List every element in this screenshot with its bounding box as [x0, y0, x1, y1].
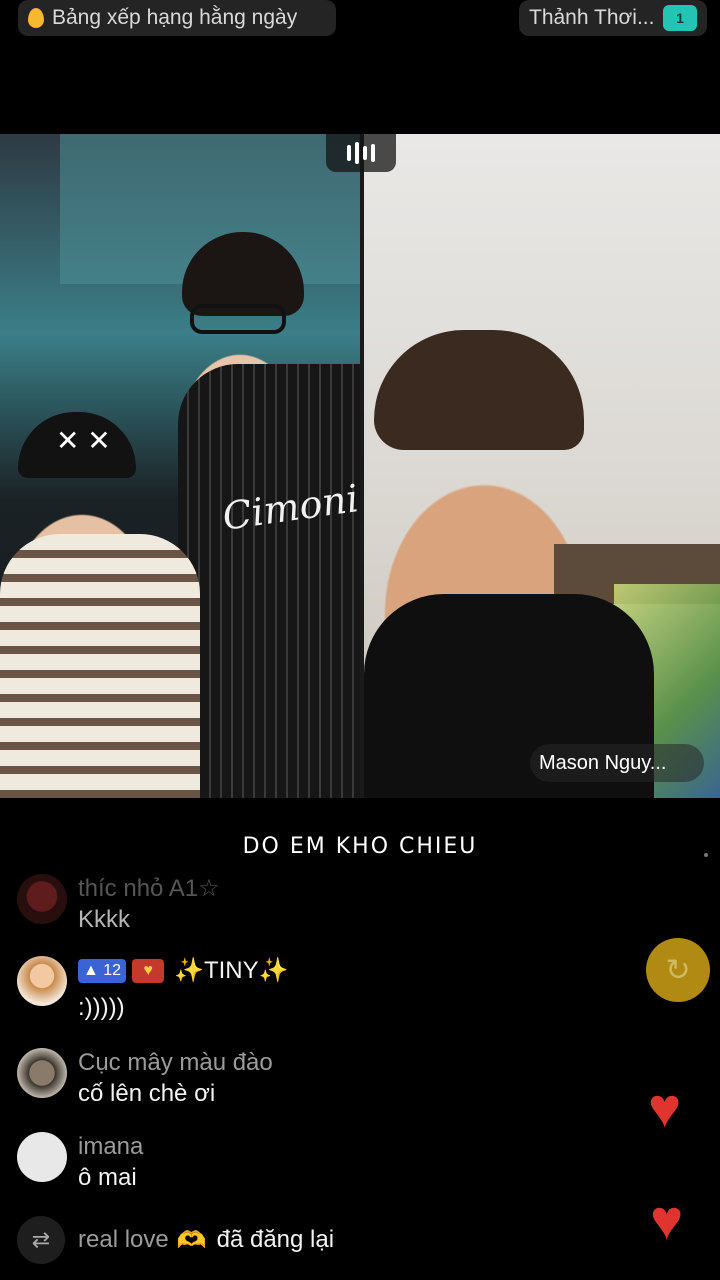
glasses-shape — [190, 304, 286, 334]
repost-user: real love — [78, 1226, 169, 1253]
person-jersey — [178, 364, 360, 798]
comment-user-row: ▲ 12 ♥ ✨TINY✨ — [78, 956, 289, 986]
person-striped-shirt — [0, 534, 200, 798]
beanie-x-mark: ✕ ✕ — [56, 425, 111, 456]
avatar — [17, 1048, 67, 1098]
decor-dot — [704, 853, 708, 857]
host-label: Thảnh Thơi... — [529, 6, 655, 29]
level-badge: ▲ 12 — [78, 959, 127, 983]
left-video-feed[interactable]: Cimonic ✕ ✕ — [0, 134, 360, 798]
gift-badge-icon: 1 — [663, 5, 697, 31]
right-video-feed[interactable] — [364, 134, 720, 798]
comment-text: ô mai — [78, 1164, 137, 1191]
host-pill[interactable]: Thảnh Thơi... 1 — [519, 0, 707, 36]
share-icon: ↻ — [665, 953, 691, 987]
comment-text: :))))) — [78, 994, 125, 1021]
share-button[interactable]: ↻ — [646, 938, 710, 1002]
avatar — [17, 874, 67, 924]
comment-user: imana — [78, 1133, 144, 1160]
person-hair-right — [374, 330, 584, 450]
fan-heart-badge-icon: ♥ — [132, 959, 165, 983]
daily-ranking-pill[interactable]: Bảng xếp hạng hằng ngày — [18, 0, 336, 36]
repost-notice: ⇄ real love 🫶 đã đăng lại — [17, 1216, 334, 1264]
repost-icon: ⇄ — [17, 1216, 65, 1264]
gift-badge-count: 1 — [676, 10, 684, 26]
repost-action: đã đăng lại — [216, 1226, 335, 1253]
comment-item[interactable]: ▲ 12 ♥ ✨TINY✨ :))))) — [17, 956, 289, 1024]
audio-levels-icon[interactable] — [326, 134, 396, 172]
guest-name-pill[interactable]: Mason Nguy... — [530, 744, 704, 782]
guest-name: Mason Nguy... — [539, 751, 667, 774]
stream-caption: DO EM KHO CHIEU — [242, 834, 478, 859]
heart-icon: ♥ — [648, 1076, 682, 1139]
heart-hands-icon: 🫶 — [176, 1226, 207, 1254]
flame-icon — [28, 8, 44, 28]
level-number: 12 — [103, 962, 122, 979]
avatar — [17, 1132, 67, 1182]
comment-item[interactable]: imana ô mai — [17, 1132, 143, 1194]
comment-text: cố lên chè ơi — [78, 1080, 216, 1107]
daily-ranking-label: Bảng xếp hạng hằng ngày — [52, 6, 298, 29]
comment-user: ✨TINY✨ — [174, 957, 289, 984]
avatar — [17, 956, 67, 1006]
comment-text: Kkkk — [78, 906, 131, 933]
comment-item[interactable]: thíc nhỏ A1☆ Kkkk — [17, 874, 220, 936]
comment-user: Cục mây màu đào — [78, 1049, 273, 1076]
comment-item[interactable]: Cục mây màu đào cố lên chè ơi — [17, 1048, 273, 1110]
comment-user: thíc nhỏ A1☆ — [78, 875, 220, 902]
heart-icon: ♥ — [650, 1188, 684, 1251]
